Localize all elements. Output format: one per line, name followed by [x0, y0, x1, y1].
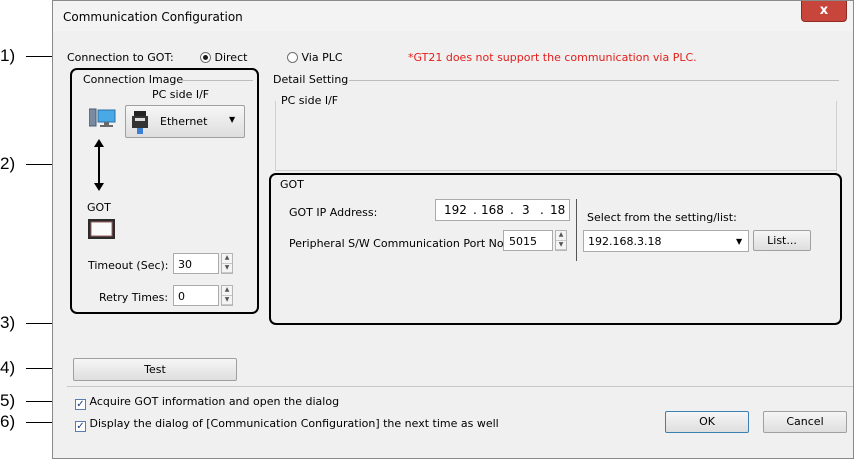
via-plc-warning: *GT21 does not support the communication… [408, 51, 697, 64]
callout-2: 2) [0, 154, 16, 173]
timeout-value: 30 [178, 258, 192, 271]
retry-spinner[interactable]: ▲ ▼ [221, 285, 233, 306]
retry-value: 0 [178, 290, 185, 303]
spin-down-icon[interactable]: ▼ [222, 264, 232, 273]
acquire-got-label: Acquire GOT information and open the dia… [89, 395, 340, 408]
detail-setting-label: Detail Setting [273, 73, 349, 86]
port-spinner[interactable]: ▲ ▼ [555, 230, 567, 251]
cancel-button[interactable]: Cancel [763, 411, 847, 433]
interface-dropdown[interactable]: Ethernet ▼ [125, 105, 245, 138]
pc-side-if-panel [275, 101, 837, 171]
callout-5: 5) [0, 391, 16, 410]
acquire-checkbox-indicator: ✓ [75, 399, 86, 410]
port-input[interactable]: 5015 [503, 230, 553, 251]
timeout-input[interactable]: 30 [173, 253, 219, 274]
display-checkbox-indicator: ✓ [75, 421, 86, 432]
spin-down-icon[interactable]: ▼ [222, 296, 232, 305]
spin-up-icon[interactable]: ▲ [222, 254, 232, 264]
close-icon: x [819, 3, 829, 18]
double-arrow-icon [93, 139, 105, 191]
port-label: Peripheral S/W Communication Port No.: [289, 237, 511, 250]
radio-direct[interactable]: Direct [200, 51, 247, 64]
callout-3: 3) [0, 313, 16, 332]
ok-button[interactable]: OK [665, 411, 749, 433]
connection-image-group-line [179, 80, 253, 81]
spin-down-icon[interactable]: ▼ [556, 241, 566, 250]
got-ip-input[interactable]: 192 . 168 . 3 . 18 [435, 199, 570, 221]
radio-direct-label: Direct [214, 51, 248, 64]
ip-octet-1: 192 [444, 203, 467, 217]
interface-value: Ethernet [160, 115, 208, 128]
window-title: Communication Configuration [63, 10, 243, 24]
ip-octet-2: 168 [481, 203, 504, 217]
select-from-list-label: Select from the setting/list: [587, 211, 737, 224]
got-device-icon [88, 219, 115, 239]
ip-select-value: 192.168.3.18 [588, 235, 662, 248]
test-button[interactable]: Test [73, 358, 237, 381]
radio-via-plc-label: Via PLC [301, 51, 343, 64]
dropdown-arrow-icon: ▼ [229, 115, 236, 124]
got-label: GOT [87, 201, 111, 214]
detail-setting-line [349, 80, 839, 81]
spin-up-icon[interactable]: ▲ [222, 286, 232, 296]
callout-6: 6) [0, 412, 16, 431]
vertical-separator [576, 199, 577, 261]
got-ip-label: GOT IP Address: [289, 206, 378, 219]
close-button[interactable]: x [801, 1, 847, 22]
list-button[interactable]: List... [753, 230, 811, 251]
radio-direct-indicator [200, 52, 211, 63]
dropdown-arrow-icon: ▼ [736, 237, 743, 246]
connection-label: Connection to GOT: [67, 51, 174, 64]
display-dialog-label: Display the dialog of [Communication Con… [89, 417, 499, 430]
ip-octet-4: 18 [550, 203, 566, 217]
callout-1: 1) [0, 46, 16, 65]
callout-4: 4) [0, 358, 16, 377]
ip-select-dropdown[interactable]: 192.168.3.18 ▼ [583, 230, 749, 252]
radio-via-plc-indicator [287, 52, 298, 63]
acquire-got-checkbox[interactable]: ✓ Acquire GOT information and open the d… [75, 395, 339, 410]
retry-input[interactable]: 0 [173, 285, 219, 306]
timeout-spinner[interactable]: ▲ ▼ [221, 253, 233, 274]
retry-label: Retry Times: [99, 291, 169, 304]
display-dialog-checkbox[interactable]: ✓ Display the dialog of [Communication C… [75, 417, 499, 432]
pc-side-if-label: PC side I/F [152, 88, 210, 101]
port-value: 5015 [509, 235, 537, 248]
timeout-label: Timeout (Sec): [88, 259, 169, 272]
ip-octet-3: 3 [522, 203, 530, 217]
ethernet-device-icon [132, 111, 148, 134]
title-bar[interactable]: Communication Configuration x [53, 1, 853, 31]
pc-icon [88, 108, 116, 130]
communication-configuration-dialog: Communication Configuration x Connection… [52, 0, 854, 459]
radio-via-plc[interactable]: Via PLC [287, 51, 343, 64]
got-group-label: GOT [280, 178, 304, 191]
separator-line [67, 386, 853, 387]
connection-image-group-label: Connection Image [83, 73, 184, 86]
spin-up-icon[interactable]: ▲ [556, 231, 566, 241]
